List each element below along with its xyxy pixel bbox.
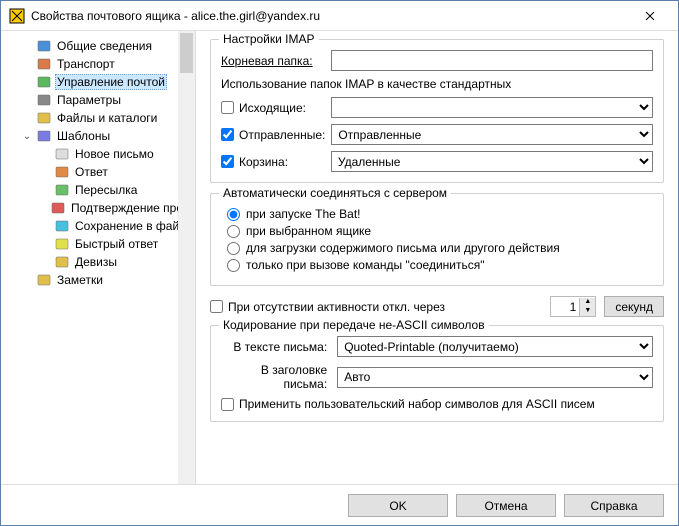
tree-item-10[interactable]: Сохранение в файл xyxy=(3,217,193,235)
tree-item-label: Быстрый ответ xyxy=(73,236,160,252)
root-folder-input[interactable] xyxy=(331,50,653,71)
notes-icon xyxy=(36,272,52,288)
close-button[interactable] xyxy=(630,2,670,30)
autoconnect-group: Автоматически соединяться с сервером при… xyxy=(210,193,664,286)
idle-value[interactable] xyxy=(551,297,579,316)
std-folders-label: Использование папок IMAP в качестве стан… xyxy=(221,77,653,91)
sent-select[interactable]: Отправленные xyxy=(331,124,653,145)
idle-label: При отсутствии активности откл. через xyxy=(228,300,445,314)
sent-checkbox[interactable] xyxy=(221,128,234,141)
folder-icon xyxy=(36,110,52,126)
tree-item-1[interactable]: Транспорт xyxy=(3,55,193,73)
nav-tree[interactable]: Общие сведения Транспорт Управление почтой… xyxy=(1,31,196,484)
tree-item-label: Пересылка xyxy=(73,182,139,198)
tree-item-2[interactable]: Управление почтой xyxy=(3,73,193,91)
tree-item-label: Общие сведения xyxy=(55,38,154,54)
encoding-title: Кодирование при передаче не-ASCII символ… xyxy=(219,318,489,332)
help-button[interactable]: Справка xyxy=(564,494,664,517)
new-mail-icon xyxy=(54,146,70,162)
quick-icon xyxy=(54,236,70,252)
tree-item-label: Управление почтой xyxy=(55,74,167,90)
autoconnect-radio-3[interactable] xyxy=(227,259,240,272)
params-icon xyxy=(36,92,52,108)
outbox-select[interactable] xyxy=(331,97,653,118)
spin-down-icon[interactable]: ▼ xyxy=(579,307,595,316)
save-icon xyxy=(54,218,70,234)
outbox-label: Исходящие: xyxy=(239,101,306,115)
tree-item-12[interactable]: Девизы xyxy=(3,253,193,271)
autoconnect-title: Автоматически соединяться с сервером xyxy=(219,186,451,200)
tree-item-label: Файлы и каталоги xyxy=(55,110,159,126)
header-enc-select[interactable]: Авто xyxy=(337,367,653,388)
forward-icon xyxy=(54,182,70,198)
custom-charset-checkbox[interactable] xyxy=(221,398,234,411)
mail-manage-icon xyxy=(36,74,52,90)
body-enc-select[interactable]: Quoted-Printable (получитаемо) xyxy=(337,336,653,357)
autoconnect-option-0[interactable]: при запуске The Bat! xyxy=(227,207,653,221)
tree-item-8[interactable]: Пересылка xyxy=(3,181,193,199)
tree-item-11[interactable]: Быстрый ответ xyxy=(3,235,193,253)
encoding-group: Кодирование при передаче не-ASCII символ… xyxy=(210,325,664,422)
tree-item-label: Параметры xyxy=(55,92,123,108)
custom-charset-label: Применить пользовательский набор символо… xyxy=(239,397,595,411)
root-folder-label: Корневая папка: xyxy=(221,54,325,68)
trash-select[interactable]: Удаленные xyxy=(331,151,653,172)
tree-scrollbar[interactable] xyxy=(178,31,195,484)
tree-item-label: Шаблоны xyxy=(55,128,112,144)
tree-item-6[interactable]: Новое письмо xyxy=(3,145,193,163)
autoconnect-radio-1[interactable] xyxy=(227,225,240,238)
autoconnect-option-1[interactable]: при выбранном ящике xyxy=(227,224,653,238)
trash-label: Корзина: xyxy=(239,155,288,169)
autoconnect-option-2[interactable]: для загрузки содержимого письма или друг… xyxy=(227,241,653,255)
transport-icon xyxy=(36,56,52,72)
sent-label: Отправленные: xyxy=(239,128,325,142)
idle-unit-button[interactable]: секунд xyxy=(604,296,664,317)
tree-item-label: Заметки xyxy=(55,272,105,288)
header-enc-label: В заголовке письма: xyxy=(221,363,331,391)
spin-up-icon[interactable]: ▲ xyxy=(579,298,595,307)
tree-item-label: Девизы xyxy=(73,254,119,270)
imap-group-title: Настройки IMAP xyxy=(219,32,319,46)
tree-item-label: Сохранение в файл xyxy=(73,218,188,234)
app-icon xyxy=(9,8,25,24)
window-title: Свойства почтового ящика - alice.the.gir… xyxy=(31,9,630,23)
main-panel: Настройки IMAP Корневая папка: Использов… xyxy=(196,31,678,484)
tree-item-9[interactable]: Подтверждение проч xyxy=(3,199,193,217)
autoconnect-label-0: при запуске The Bat! xyxy=(246,207,361,221)
outbox-checkbox[interactable] xyxy=(221,101,234,114)
autoconnect-label-1: при выбранном ящике xyxy=(246,224,371,238)
tree-item-7[interactable]: Ответ xyxy=(3,163,193,181)
tree-item-3[interactable]: Параметры xyxy=(3,91,193,109)
trash-checkbox[interactable] xyxy=(221,155,234,168)
tree-item-5[interactable]: ⌄ Шаблоны xyxy=(3,127,193,145)
autoconnect-label-3: только при вызове команды "соединиться" xyxy=(246,258,485,272)
autoconnect-label-2: для загрузки содержимого письма или друг… xyxy=(246,241,560,255)
globe-icon xyxy=(36,38,52,54)
tree-item-label: Транспорт xyxy=(55,56,117,72)
motto-icon xyxy=(54,254,70,270)
body-enc-label: В тексте письма: xyxy=(221,340,331,354)
idle-checkbox[interactable] xyxy=(210,300,223,313)
expand-icon[interactable]: ⌄ xyxy=(21,131,33,142)
reply-icon xyxy=(54,164,70,180)
autoconnect-option-3[interactable]: только при вызове команды "соединиться" xyxy=(227,258,653,272)
dialog-footer: OK Отмена Справка xyxy=(1,484,678,526)
tree-item-13[interactable]: Заметки xyxy=(3,271,193,289)
idle-spinner[interactable]: ▲▼ xyxy=(550,296,596,317)
confirm-icon xyxy=(50,200,66,216)
tree-item-label: Подтверждение проч xyxy=(69,200,191,216)
close-icon xyxy=(645,11,655,21)
cancel-button[interactable]: Отмена xyxy=(456,494,556,517)
autoconnect-radio-2[interactable] xyxy=(227,242,240,255)
ok-button[interactable]: OK xyxy=(348,494,448,517)
titlebar: Свойства почтового ящика - alice.the.gir… xyxy=(1,1,678,31)
tree-item-0[interactable]: Общие сведения xyxy=(3,37,193,55)
imap-group: Настройки IMAP Корневая папка: Использов… xyxy=(210,39,664,183)
tree-item-label: Ответ xyxy=(73,164,110,180)
scrollbar-thumb[interactable] xyxy=(180,33,193,73)
tree-item-4[interactable]: Файлы и каталоги xyxy=(3,109,193,127)
autoconnect-radio-0[interactable] xyxy=(227,208,240,221)
tree-item-label: Новое письмо xyxy=(73,146,156,162)
templates-icon xyxy=(36,128,52,144)
